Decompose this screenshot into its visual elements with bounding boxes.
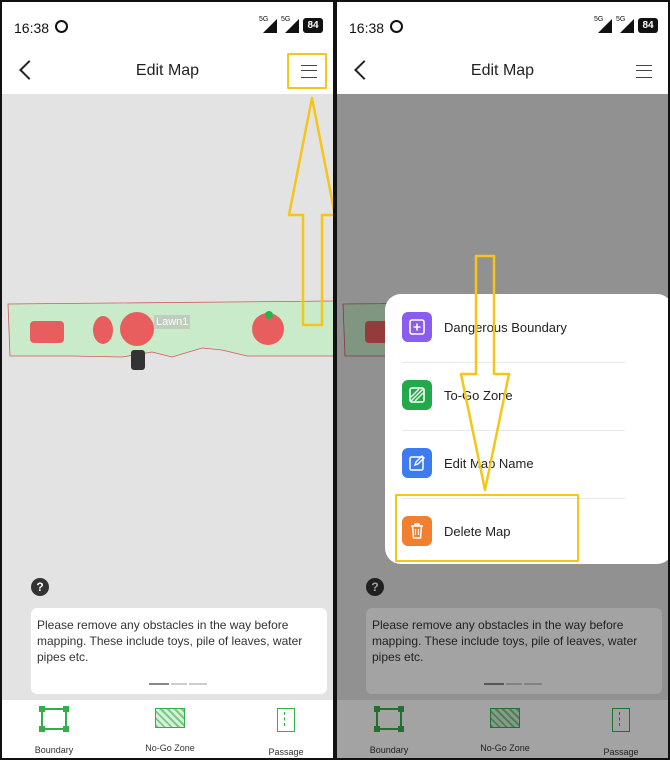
signal-icon: 5G [616,16,634,33]
charging-station-icon [265,311,273,319]
hatched-square-icon [402,380,432,410]
status-bar: 16:38 5G 5G 84 [2,2,333,50]
menu-item-label: Edit Map Name [444,456,534,471]
menu-item-to-go-zone[interactable]: To-Go Zone [402,366,628,426]
hamburger-menu-icon[interactable] [636,65,652,78]
signal-icon: 5G [594,16,612,33]
menu-highlight-box [287,53,327,89]
tool-label: No-Go Zone [145,743,195,753]
edit-map-screen-before: 16:38 5G 5G 84 Edit Map Lawn1 ? Please r… [0,0,335,760]
page-title: Edit Map [135,62,200,79]
help-icon[interactable]: ? [31,578,49,596]
edit-icon [402,448,432,478]
tool-label: Boundary [34,745,74,755]
info-text: Please remove any obstacles in the way b… [37,618,303,664]
no-go-zone-tool[interactable]: No-Go Zone [130,708,210,753]
signal-icon: 5G [259,16,277,33]
edit-map-menu: Dangerous Boundary To-Go Zone Edit Map N… [385,294,668,564]
delete-highlight-box [395,494,579,562]
boundary-icon [39,706,69,732]
status-indicators: 5G 5G 84 [259,16,323,33]
app-header: Edit Map [2,50,333,94]
menu-item-label: To-Go Zone [444,388,513,403]
status-bar: 16:38 5G 5G 84 [337,2,668,50]
no-go-zone-icon [155,708,185,728]
divider [402,430,625,431]
status-indicators: 5G 5G 84 [594,16,658,33]
lawn-label[interactable]: Lawn1 [154,315,191,329]
info-card: Please remove any obstacles in the way b… [31,608,327,694]
mower-icon [131,350,145,370]
status-time: 16:38 [14,20,50,36]
obstacle [120,312,154,346]
menu-item-label: Dangerous Boundary [444,320,567,335]
divider [402,362,625,363]
battery-indicator: 84 [303,18,323,33]
menu-item-edit-map-name[interactable]: Edit Map Name [402,434,628,494]
passage-icon [277,708,295,732]
obstacle [93,316,113,344]
plus-square-icon [402,312,432,342]
boundary-tool[interactable]: Boundary [14,706,94,755]
tool-label: Passage [268,747,304,757]
edit-map-screen-menu-open: 16:38 5G 5G 84 Edit Map ? Please remove … [335,0,670,760]
passage-tool[interactable]: Passage [246,708,326,757]
pagination-dots [149,683,209,686]
menu-item-dangerous-boundary[interactable]: Dangerous Boundary [402,298,628,358]
battery-indicator: 84 [638,18,658,33]
alarm-clock-icon [55,20,68,33]
bottom-toolbar: Boundary No-Go Zone Passage [2,700,333,758]
status-time: 16:38 [349,20,385,36]
alarm-clock-icon [390,20,403,33]
page-title: Edit Map [470,62,535,79]
signal-icon: 5G [281,16,299,33]
obstacle [30,321,64,343]
app-header: Edit Map [337,50,668,94]
